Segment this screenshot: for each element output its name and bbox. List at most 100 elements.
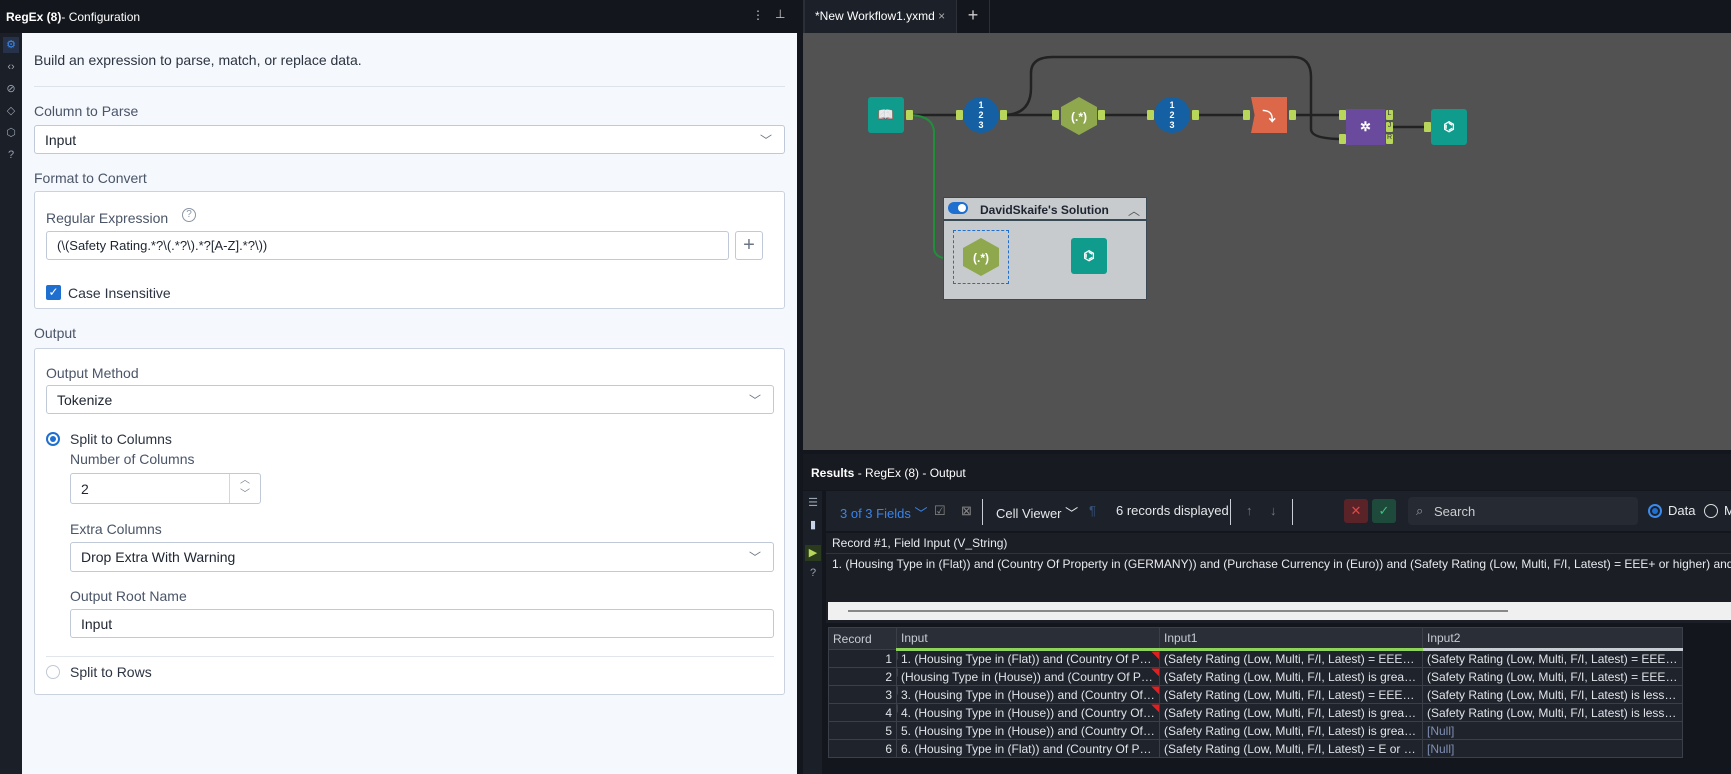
arrow-down-icon[interactable]: ↓ <box>1270 503 1277 518</box>
output-anchor[interactable] <box>1192 110 1199 120</box>
message-icon[interactable]: ▮ <box>805 517 821 533</box>
apply-button[interactable]: ✓ <box>1372 499 1396 523</box>
annotation-icon[interactable]: ⊘ <box>3 81 19 97</box>
scrollbar-thumb[interactable] <box>848 610 1508 612</box>
cell-viewer-dropdown[interactable]: Cell Viewer ﹀ <box>996 503 1078 522</box>
cell-input[interactable]: 6. (Housing Type in (Flat)) and (Country… <box>896 739 1160 758</box>
data-view-radio[interactable] <box>1648 504 1662 518</box>
selected-regex-tool[interactable]: (.*) <box>953 230 1009 284</box>
table-row[interactable]: 5 5. (Housing Type in (House)) and (Count… <box>828 721 1683 740</box>
table-row[interactable]: 2 (Housing Type in (House)) and (Country … <box>828 667 1683 686</box>
tag-icon[interactable]: ◇ <box>3 103 19 119</box>
regex-tool[interactable]: (.*) <box>1060 96 1098 136</box>
cell-record[interactable]: 4 <box>828 703 897 722</box>
output-anchor[interactable] <box>906 110 913 120</box>
cell-record[interactable]: 2 <box>828 667 897 686</box>
cell-input1[interactable]: (Safety Rating (Low, Multi, F/I, Latest)… <box>1159 739 1423 758</box>
cell-input1[interactable]: (Safety Rating (Low, Multi, F/I, Latest)… <box>1159 703 1423 722</box>
arrow-up-icon[interactable]: ↑ <box>1246 503 1253 518</box>
close-icon[interactable]: × <box>938 9 945 23</box>
collapse-icon[interactable]: ︿ <box>1128 202 1140 219</box>
input-anchor[interactable] <box>1243 110 1250 120</box>
select-all-icon[interactable]: ☑ <box>934 503 946 519</box>
cell-input[interactable]: 1. (Housing Type in (Flat)) and (Country… <box>896 649 1160 668</box>
cell-input2[interactable]: (Safety Rating (Low, Multi, F/I, Latest)… <box>1422 703 1683 722</box>
input-anchor[interactable] <box>1424 122 1431 132</box>
help-icon[interactable]: ? <box>3 147 19 163</box>
metadata-view-radio[interactable] <box>1704 504 1718 518</box>
cell-input2[interactable]: (Safety Rating (Low, Multi, F/I, Latest)… <box>1422 667 1683 686</box>
output-anchor[interactable] <box>1098 110 1105 120</box>
horizontal-scrollbar[interactable] <box>828 602 1731 620</box>
more-options-icon[interactable]: ⋮ <box>752 8 764 22</box>
cell-input2[interactable]: [Null] <box>1422 739 1683 758</box>
help-icon[interactable]: ? <box>805 565 821 581</box>
column-header-input2[interactable]: Input2 <box>1422 627 1683 651</box>
code-icon[interactable]: ‹› <box>3 59 19 75</box>
package-icon[interactable]: ⬡ <box>3 125 19 141</box>
cell-input2[interactable]: [Null] <box>1422 721 1683 740</box>
cell-input1[interactable]: (Safety Rating (Low, Multi, F/I, Latest)… <box>1159 649 1423 668</box>
pilcrow-icon[interactable]: ¶ <box>1089 503 1096 518</box>
column-header-input1[interactable]: Input1 <box>1159 627 1423 651</box>
new-tab-button[interactable]: + <box>957 0 990 33</box>
tool-container[interactable]: DavidSkaife's Solution ︿ (.*) ⌬ <box>943 197 1147 300</box>
cell-input[interactable]: 3. (Housing Type in (House)) and (Countr… <box>896 685 1160 704</box>
table-row[interactable]: 6 6. (Housing Type in (Flat)) and (Countr… <box>828 739 1683 758</box>
join-l-output[interactable]: L <box>1386 110 1393 120</box>
join-r-output[interactable]: R <box>1386 134 1393 144</box>
join-tool[interactable]: ✲ <box>1346 109 1385 145</box>
num-columns-stepper[interactable]: 2 ︿ ﹀ <box>70 473 261 504</box>
column-header-input[interactable]: Input <box>896 627 1160 651</box>
workflow-tab[interactable]: *New Workflow1.yxmd × <box>805 0 957 33</box>
chevron-down-icon[interactable]: ﹀ <box>240 489 250 500</box>
cell-input[interactable]: 4. (Housing Type in (House)) and (Countr… <box>896 703 1160 722</box>
cell-record[interactable]: 6 <box>828 739 897 758</box>
output-method-select[interactable]: Tokenize ﹀ <box>46 385 774 414</box>
input-anchor[interactable] <box>1052 110 1059 120</box>
chevron-up-icon[interactable]: ︿ <box>240 475 250 486</box>
data-anchor-icon[interactable]: ▶ <box>805 545 821 561</box>
column-to-parse-select[interactable]: Input ﹀ <box>34 125 785 154</box>
cell-input[interactable]: (Housing Type in (House)) and (Country O… <box>896 667 1160 686</box>
table-row[interactable]: 1 1. (Housing Type in (Flat)) and (Countr… <box>828 649 1683 668</box>
browse-tool[interactable]: ⌬ <box>1071 238 1107 274</box>
split-to-columns-radio[interactable] <box>46 432 60 446</box>
output-anchor[interactable] <box>1000 110 1007 120</box>
cell-record[interactable]: 5 <box>828 721 897 740</box>
cell-input1[interactable]: (Safety Rating (Low, Multi, F/I, Latest)… <box>1159 721 1423 740</box>
list-icon[interactable]: ☰ <box>805 495 821 511</box>
pin-icon[interactable]: ⊥ <box>775 7 785 21</box>
gear-icon[interactable]: ⚙ <box>3 37 19 53</box>
cell-input[interactable]: 5. (Housing Type in (House)) and (Countr… <box>896 721 1160 740</box>
join-j-output[interactable]: J <box>1386 122 1393 132</box>
help-icon[interactable]: ? <box>182 208 196 222</box>
input-anchor[interactable] <box>956 110 963 120</box>
cell-viewer-text[interactable]: 1. (Housing Type in (Flat)) and (Country… <box>826 554 1731 574</box>
container-toggle[interactable] <box>948 202 968 214</box>
record-id-tool-2[interactable]: 123 <box>1154 97 1190 133</box>
join-right-anchor[interactable] <box>1339 134 1346 144</box>
cell-input1[interactable]: (Safety Rating (Low, Multi, F/I, Latest)… <box>1159 667 1423 686</box>
input-data-tool[interactable]: 📖 <box>868 97 904 133</box>
fields-dropdown[interactable]: 3 of 3 Fields ﹀ <box>840 503 927 522</box>
join-left-anchor[interactable] <box>1339 110 1346 120</box>
column-header-record[interactable]: Record <box>828 627 897 650</box>
record-id-tool[interactable]: 123 <box>963 97 999 133</box>
cell-input2[interactable]: (Safety Rating (Low, Multi, F/I, Latest)… <box>1422 685 1683 704</box>
regex-input[interactable]: (\(Safety Rating.*?\(.*?\).*?[A-Z].*?\)) <box>46 231 729 260</box>
cell-input2[interactable]: (Safety Rating (Low, Multi, F/I, Latest)… <box>1422 649 1683 668</box>
input-anchor[interactable] <box>1147 110 1154 120</box>
extra-columns-select[interactable]: Drop Extra With Warning ﹀ <box>70 542 774 572</box>
add-expression-button[interactable]: + <box>735 231 763 260</box>
regex-tool[interactable]: (.*) <box>962 237 1000 277</box>
case-insensitive-checkbox[interactable]: ✓ <box>46 285 61 300</box>
cell-record[interactable]: 3 <box>828 685 897 704</box>
search-input[interactable]: ⌕ Search <box>1408 497 1638 525</box>
table-row[interactable]: 3 3. (Housing Type in (House)) and (Count… <box>828 685 1683 704</box>
browse-tool[interactable]: ⌬ <box>1431 109 1467 145</box>
deselect-all-icon[interactable]: ⊠ <box>961 503 972 519</box>
table-row[interactable]: 4 4. (Housing Type in (House)) and (Count… <box>828 703 1683 722</box>
cell-record[interactable]: 1 <box>828 649 897 668</box>
cancel-button[interactable]: ✕ <box>1344 499 1368 523</box>
